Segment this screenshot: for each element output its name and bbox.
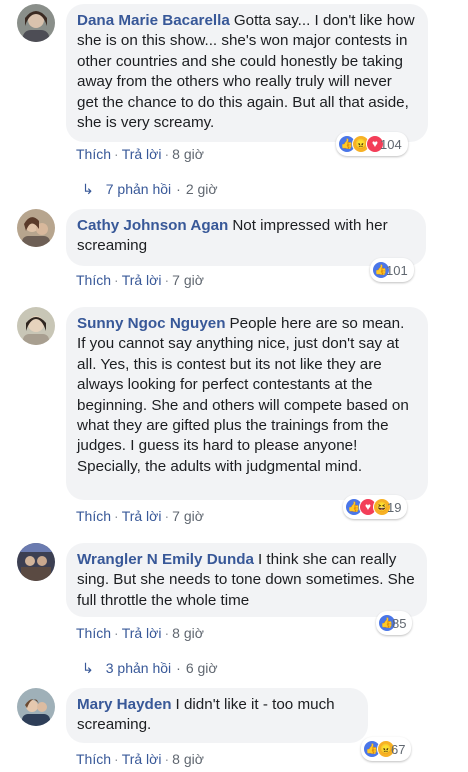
reply-link[interactable]: Trả lời (122, 625, 162, 641)
comment-bubble: Cathy Johnson Agan Not impressed with her… (66, 209, 426, 266)
reaction-count: 104 (380, 136, 402, 152)
like-link[interactable]: Thích (76, 751, 111, 767)
replies-time: 2 giờ (185, 181, 218, 197)
avatar[interactable] (17, 543, 55, 581)
comment-author[interactable]: Mary Hayden (77, 696, 172, 713)
comment-bubble: Wrangler N Emily Dunda I think she can re… (66, 543, 427, 617)
comment-author[interactable]: Cathy Johnson Agan (77, 217, 228, 234)
timestamp[interactable]: 7 giờ (172, 272, 204, 288)
comment-actions: Thích · Trả lời · 8 giờ (76, 146, 204, 162)
like-link[interactable]: Thích (76, 146, 111, 162)
comment-author[interactable]: Sunny Ngoc Nguyen (77, 315, 226, 332)
comment-text: Dana Marie Bacarella Gotta say... I don't… (77, 11, 416, 133)
avatar[interactable] (17, 209, 55, 247)
comment-body: Gotta say... I don't like how she is on … (77, 12, 415, 132)
avatar[interactable] (17, 307, 55, 345)
comment-actions: Thích · Trả lời · 7 giờ (76, 272, 204, 288)
reaction-summary[interactable]: 👍 101 (370, 258, 414, 282)
comment-text: Cathy Johnson Agan Not impressed with her… (77, 216, 414, 257)
comment-bubble: Sunny Ngoc Nguyen People here are so mean… (66, 307, 428, 500)
view-replies[interactable]: ↳ 7 phản hồi · 2 giờ (82, 181, 218, 198)
reply-link[interactable]: Trả lời (122, 508, 162, 524)
comment-body: People here are so mean. If you cannot s… (77, 315, 409, 475)
avatar[interactable] (17, 688, 55, 726)
reaction-summary[interactable]: 👍 85 (376, 611, 413, 635)
reaction-summary[interactable]: 👍 😠 67 (361, 737, 412, 761)
avatar[interactable] (17, 4, 55, 42)
reaction-count: 85 (392, 615, 407, 631)
reply-link[interactable]: Trả lời (122, 751, 162, 767)
reply-arrow-icon: ↳ (82, 660, 94, 676)
comment-bubble: Mary Hayden I didn't like it - too much s… (66, 688, 368, 743)
reaction-summary[interactable]: 👍 😠 ♥ 104 (336, 132, 408, 156)
reaction-count: 67 (391, 741, 406, 757)
comment-text: Mary Hayden I didn't like it - too much s… (77, 695, 356, 736)
reaction-count: 101 (386, 262, 408, 278)
timestamp[interactable]: 7 giờ (172, 508, 204, 524)
replies-time: 6 giờ (185, 660, 218, 676)
reply-link[interactable]: Trả lời (122, 146, 162, 162)
comment-actions: Thích · Trả lời · 8 giờ (76, 625, 204, 641)
timestamp[interactable]: 8 giờ (172, 751, 204, 767)
timestamp[interactable]: 8 giờ (172, 146, 204, 162)
comment-author[interactable]: Wrangler N Emily Dunda (77, 551, 254, 568)
comment-text: Wrangler N Emily Dunda I think she can re… (77, 550, 415, 611)
replies-count[interactable]: 7 phản hồi (106, 181, 171, 197)
like-link[interactable]: Thích (76, 625, 111, 641)
like-link[interactable]: Thích (76, 272, 111, 288)
comment-actions: Thích · Trả lời · 7 giờ (76, 508, 204, 524)
comment-author[interactable]: Dana Marie Bacarella (77, 12, 230, 29)
reply-link[interactable]: Trả lời (122, 272, 162, 288)
like-link[interactable]: Thích (76, 508, 111, 524)
comment-bubble: Dana Marie Bacarella Gotta say... I don't… (66, 4, 428, 142)
comment-text: Sunny Ngoc Nguyen People here are so mean… (77, 314, 416, 477)
reply-arrow-icon: ↳ (82, 181, 94, 197)
comment-actions: Thích · Trả lời · 8 giờ (76, 751, 204, 767)
view-replies[interactable]: ↳ 3 phản hồi · 6 giờ (82, 660, 218, 677)
timestamp[interactable]: 8 giờ (172, 625, 204, 641)
reaction-count: 19 (387, 499, 402, 515)
replies-count[interactable]: 3 phản hồi (106, 660, 171, 676)
reaction-summary[interactable]: 👍 ♥ 😆 19 (343, 495, 408, 519)
